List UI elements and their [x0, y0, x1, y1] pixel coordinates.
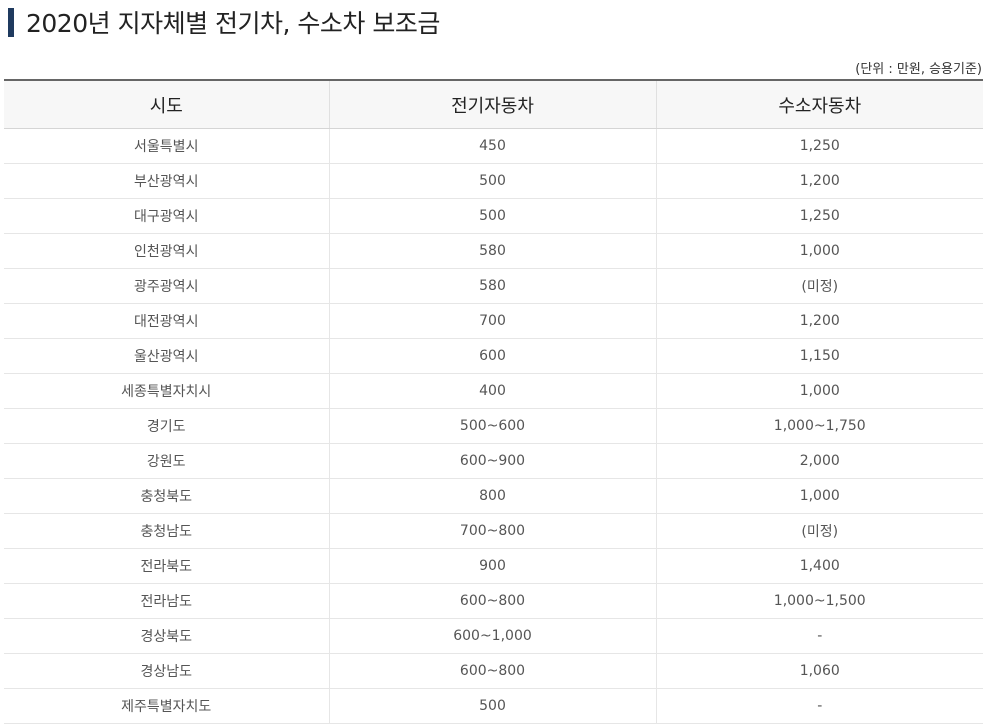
region-cell: 경상북도: [4, 618, 329, 654]
region-cell: 울산광역시: [4, 338, 329, 374]
hydrogen-subsidy-cell: 2,000: [655, 443, 983, 479]
table-row: 인천광역시 580 1,000: [4, 233, 983, 269]
header-hydrogen-vehicle: 수소자동차: [655, 79, 983, 129]
table-row: 광주광역시 580 (미정): [4, 268, 983, 304]
hydrogen-subsidy-cell: -: [655, 688, 983, 724]
hydrogen-subsidy-cell: 1,000: [655, 478, 983, 514]
region-cell: 충청북도: [4, 478, 329, 514]
region-cell: 강원도: [4, 443, 329, 479]
region-cell: 전라북도: [4, 548, 329, 584]
table-row: 대전광역시 700 1,200: [4, 303, 983, 339]
region-cell: 제주특별자치도: [4, 688, 329, 724]
table-row: 대구광역시 500 1,250: [4, 198, 983, 234]
electric-subsidy-cell: 500: [328, 198, 656, 234]
electric-subsidy-cell: 600~900: [328, 443, 656, 479]
region-cell: 부산광역시: [4, 163, 329, 199]
table-row: 충청북도 800 1,000: [4, 478, 983, 514]
region-cell: 대구광역시: [4, 198, 329, 234]
electric-subsidy-cell: 400: [328, 373, 656, 409]
region-cell: 세종특별자치시: [4, 373, 329, 409]
table-row: 경기도 500~600 1,000~1,750: [4, 408, 983, 444]
hydrogen-subsidy-cell: 1,200: [655, 163, 983, 199]
table-row: 제주특별자치도 500-: [4, 688, 983, 724]
table-header-row: 시도 전기자동차 수소자동차: [4, 79, 983, 129]
subsidy-table: 시도 전기자동차 수소자동차 서울특별시 450 1,250 부산광역시 500 1,20…: [4, 79, 983, 724]
electric-subsidy-cell: 600~800: [328, 583, 656, 619]
table-row: 전라북도 900 1,400: [4, 548, 983, 584]
electric-subsidy-cell: 800: [328, 478, 656, 514]
table-row: 울산광역시 600 1,150: [4, 338, 983, 374]
region-cell: 경기도: [4, 408, 329, 444]
table-row: 강원도 600~900 2,000: [4, 443, 983, 479]
region-cell: 서울특별시: [4, 128, 329, 164]
hydrogen-subsidy-cell: 1,150: [655, 338, 983, 374]
hydrogen-subsidy-cell: 1,060: [655, 653, 983, 689]
hydrogen-subsidy-cell: 1,250: [655, 128, 983, 164]
electric-subsidy-cell: 580: [328, 268, 656, 304]
region-cell: 경상남도: [4, 653, 329, 689]
hydrogen-subsidy-cell: 1,000: [655, 233, 983, 269]
title-accent-bar: [8, 7, 14, 37]
region-cell: 인천광역시: [4, 233, 329, 269]
hydrogen-subsidy-cell: 1,000~1,500: [655, 583, 983, 619]
table-row: 경상북도 600~1,000-: [4, 618, 983, 654]
hydrogen-subsidy-cell: (미정): [655, 513, 983, 549]
region-cell: 충청남도: [4, 513, 329, 549]
electric-subsidy-cell: 600~1,000: [328, 618, 656, 654]
table-row: 부산광역시 500 1,200: [4, 163, 983, 199]
table-body: 서울특별시 450 1,250 부산광역시 500 1,200 대구광역시 500 1,250 인…: [4, 128, 983, 724]
electric-subsidy-cell: 500: [328, 688, 656, 724]
hydrogen-subsidy-cell: 1,000: [655, 373, 983, 409]
table-row: 서울특별시 450 1,250: [4, 128, 983, 164]
region-cell: 대전광역시: [4, 303, 329, 339]
hydrogen-subsidy-cell: 1,000~1,750: [655, 408, 983, 444]
unit-note: (단위 : 만원, 승용기준): [855, 62, 982, 77]
electric-subsidy-cell: 700~800: [328, 513, 656, 549]
table-row: 충청남도 700~800 (미정): [4, 513, 983, 549]
electric-subsidy-cell: 700: [328, 303, 656, 339]
hydrogen-subsidy-cell: 1,200: [655, 303, 983, 339]
table-row: 전라남도 600~800 1,000~1,500: [4, 583, 983, 619]
page-title: 2020년 지자체별 전기차, 수소차 보조금: [26, 9, 440, 38]
header-region: 시도: [4, 79, 329, 129]
electric-subsidy-cell: 600~800: [328, 653, 656, 689]
hydrogen-subsidy-cell: 1,250: [655, 198, 983, 234]
region-cell: 광주광역시: [4, 268, 329, 304]
table-row: 세종특별자치시 400 1,000: [4, 373, 983, 409]
electric-subsidy-cell: 600: [328, 338, 656, 374]
region-cell: 전라남도: [4, 583, 329, 619]
hydrogen-subsidy-cell: -: [655, 618, 983, 654]
table-row: 경상남도 600~800 1,060: [4, 653, 983, 689]
header-electric-vehicle: 전기자동차: [328, 79, 656, 129]
electric-subsidy-cell: 900: [328, 548, 656, 584]
electric-subsidy-cell: 500: [328, 163, 656, 199]
electric-subsidy-cell: 450: [328, 128, 656, 164]
hydrogen-subsidy-cell: 1,400: [655, 548, 983, 584]
hydrogen-subsidy-cell: (미정): [655, 268, 983, 304]
electric-subsidy-cell: 500~600: [328, 408, 656, 444]
title-block: 2020년 지자체별 전기차, 수소차 보조금: [8, 5, 440, 39]
electric-subsidy-cell: 580: [328, 233, 656, 269]
